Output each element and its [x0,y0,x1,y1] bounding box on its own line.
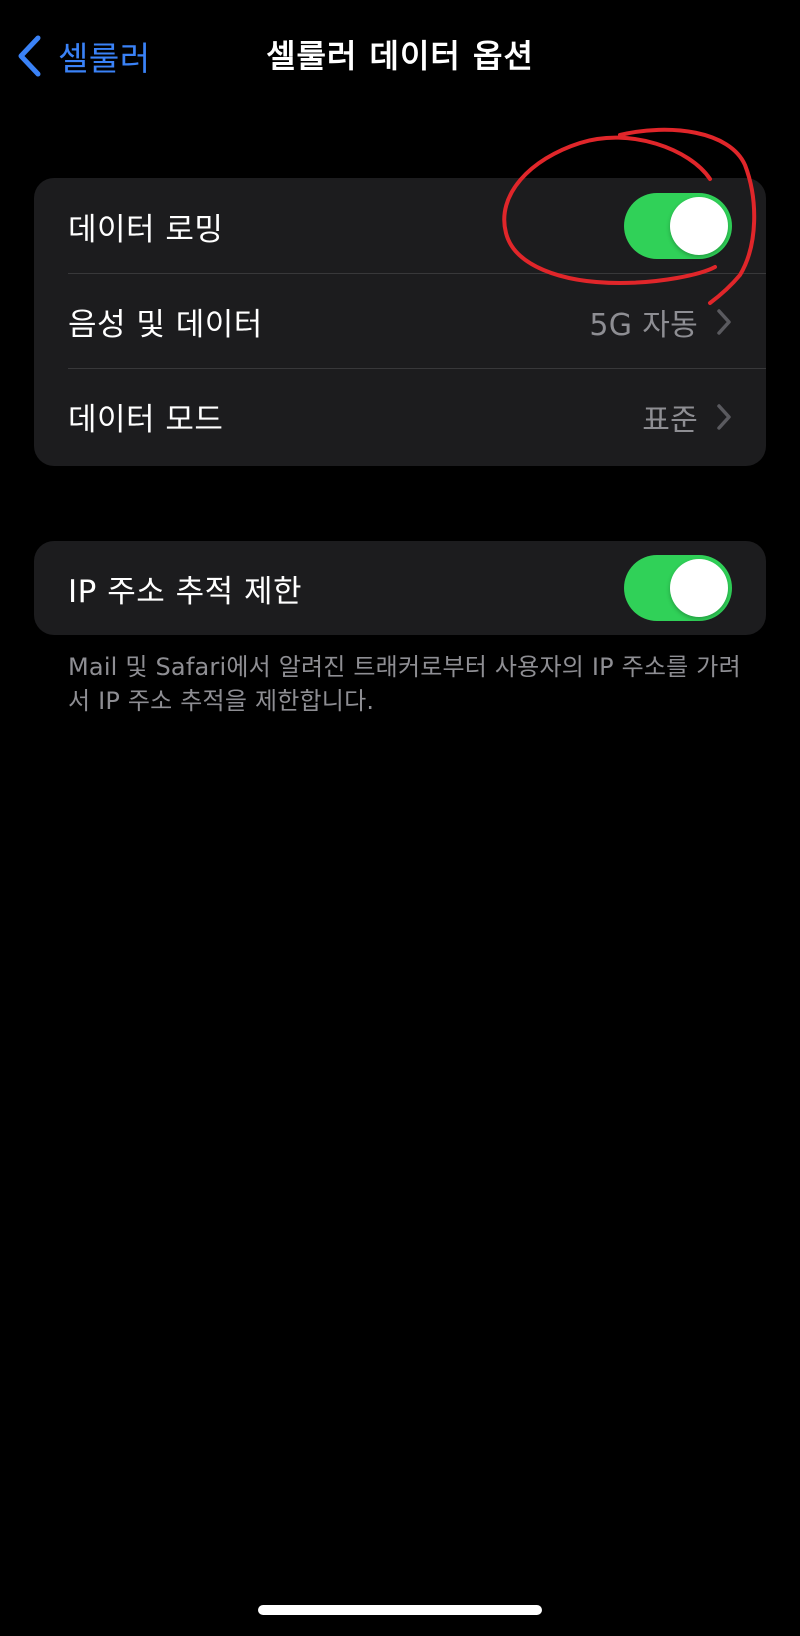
row-limit-ip-tracking: IP 주소 추적 제한 [34,541,766,635]
toggle-knob [670,197,728,255]
chevron-right-icon [716,403,732,431]
voice-and-data-label: 음성 및 데이터 [68,307,263,343]
home-indicator[interactable] [258,1605,542,1615]
row-data-mode[interactable]: 데이터 모드 표준 [34,369,766,464]
data-mode-value: 표준 [642,402,698,438]
navigation-bar: 셀룰러 셀룰러 데이터 옵션 [0,0,800,112]
data-roaming-label: 데이터 로밍 [68,211,224,248]
ip-tracking-group: IP 주소 추적 제한 [34,541,766,635]
page-title: 셀룰러 데이터 옵션 [266,37,534,75]
cellular-options-group: 데이터 로밍 음성 및 데이터 5G 자동 데이터 모드 표준 [34,178,766,466]
voice-and-data-value: 5G 자동 [589,307,698,343]
chevron-right-icon [716,308,732,336]
data-mode-label: 데이터 모드 [68,402,224,438]
row-data-roaming: 데이터 로밍 [34,178,766,274]
limit-ip-tracking-label: IP 주소 추적 제한 [68,573,303,610]
row-voice-and-data[interactable]: 음성 및 데이터 5G 자동 [34,274,766,369]
data-roaming-toggle[interactable] [624,193,732,259]
toggle-knob [670,559,728,617]
ip-tracking-footer-note: Mail 및 Safari에서 알려진 트래커로부터 사용자의 IP 주소를 가… [68,653,741,715]
screen: 셀룰러 셀룰러 데이터 옵션 데이터 로밍 음성 및 데이터 5G 자동 데이터… [0,0,800,1636]
limit-ip-tracking-toggle[interactable] [624,555,732,621]
